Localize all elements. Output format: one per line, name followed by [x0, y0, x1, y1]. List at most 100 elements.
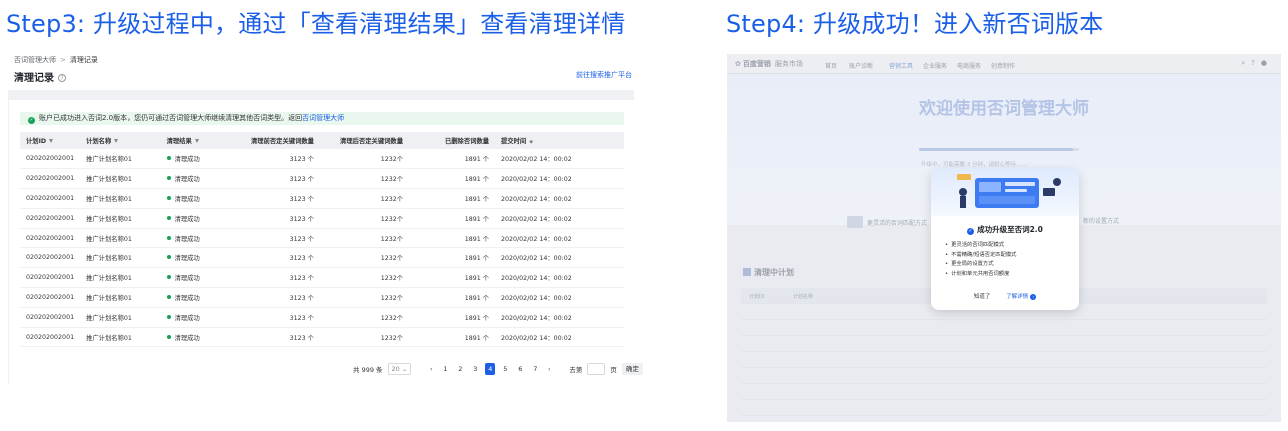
nav-ecommerce[interactable]: 电商服务: [957, 61, 981, 70]
col-plan-id: 计划ID: [749, 294, 765, 300]
upgrade-success-modal: ✓成功升级至否词2.0 更灵活的否词匹配模式 不需精确/短语否定匹配模式 更全局…: [931, 168, 1079, 310]
goto-confirm-button[interactable]: 确定: [621, 363, 643, 375]
step4-title: Step4: 升级成功！进入新否词版本: [726, 10, 1104, 38]
cell-clean-result: 清理成功: [160, 287, 231, 308]
col-plan-name: 计划名称: [793, 294, 814, 300]
cell-clean-result: 清理成功: [160, 188, 231, 209]
table-row: 020202002001 推广计划名称01 清理成功 3123 个 1232个 1891 …: [20, 149, 624, 170]
page-title-text: 清理记录: [14, 73, 54, 84]
breadcrumb: 否词管理大师 > 清理记录: [14, 55, 98, 65]
cell-after-count: 1232个: [319, 188, 410, 209]
list-item: 更全局的设置方式: [945, 259, 1016, 269]
cell-after-count: 1232个: [319, 228, 410, 249]
nav-icons: ⌕?●: [1241, 59, 1273, 68]
cell-submit-time: 2020/02/02 14：00:02: [495, 188, 624, 209]
page-5-button[interactable]: 5: [500, 363, 510, 375]
paw-logo-icon: ✿: [735, 60, 741, 68]
status-dot-icon: [166, 195, 171, 200]
cell-plan-name: 推广计划名称01: [80, 287, 161, 308]
cell-clean-result: 清理成功: [160, 208, 231, 229]
table-row: 020202002001 推广计划名称01 清理成功 3123 个 1232个 1891 …: [20, 287, 624, 308]
filter-icon[interactable]: [49, 139, 54, 143]
cell-plan-id: 020202002001: [20, 149, 81, 170]
nav-enterprise[interactable]: 企业服务: [923, 61, 947, 70]
next-page-icon[interactable]: ›: [545, 365, 553, 373]
table-row: [741, 368, 1267, 384]
cell-submit-time: 2020/02/02 14：00:02: [495, 208, 624, 229]
cell-deleted-count: 1891 个: [409, 149, 496, 170]
cell-submit-time: 2020/02/02 14：00:02: [495, 267, 624, 289]
table-row: [741, 336, 1267, 352]
page-2-button[interactable]: 2: [455, 363, 465, 375]
table-row: [741, 352, 1267, 368]
nav-creative[interactable]: 创意制作: [991, 61, 1015, 70]
table-header-row: 计划ID 计划名称 清理结果 清理前否定关键词数量 清理后否定关键词数量 已删除…: [20, 132, 624, 149]
feature-icon: [847, 216, 863, 228]
cell-after-count: 1232个: [319, 208, 410, 229]
baidu-logo[interactable]: ✿ 百度营销 服务市场: [735, 59, 803, 69]
cell-plan-id: 020202002001: [20, 307, 81, 328]
prev-page-icon[interactable]: ‹: [427, 365, 435, 373]
cell-before-count: 3123 个: [230, 208, 320, 229]
cell-clean-result: 清理成功: [160, 149, 231, 170]
modal-title: ✓ 成功升级至否词2.0: [967, 225, 1043, 235]
goto-label: 去第: [569, 366, 583, 374]
col-plan-id[interactable]: 计划ID: [20, 132, 81, 149]
status-dot-icon: [166, 215, 171, 220]
page-6-button[interactable]: 6: [515, 363, 525, 375]
page-title: 清理记录?: [14, 69, 66, 84]
got-it-button[interactable]: 知道了: [974, 294, 991, 300]
goto-page-input[interactable]: [587, 363, 606, 375]
cell-plan-id: 020202002001: [20, 168, 81, 190]
page-4-button[interactable]: 4: [485, 363, 496, 375]
page-7-button[interactable]: 7: [530, 363, 540, 375]
col-submit-time[interactable]: 提交时间 ◆: [495, 132, 624, 149]
cell-plan-name: 推广计划名称01: [80, 267, 161, 289]
welcome-title: 欢迎使用否词管理大师: [919, 99, 1089, 119]
table-row: 020202002001 推广计划名称01 清理成功 3123 个 1232个 1891 …: [20, 247, 624, 269]
back-to-master-link[interactable]: 否词管理大师: [302, 114, 344, 122]
table-row: 020202002001 推广计划名称01 清理成功 3123 个 1232个 1891 …: [20, 267, 624, 289]
breadcrumb-item-master[interactable]: 否词管理大师: [14, 56, 56, 64]
feature-right: 新的设置方式: [1083, 218, 1120, 225]
list-item: 不需精确/短语否定匹配模式: [945, 250, 1016, 260]
help-icon[interactable]: ?: [1251, 59, 1261, 67]
table-row: 020202002001 推广计划名称01 清理成功 3123 个 1232个 1891 …: [20, 208, 624, 229]
col-clean-result[interactable]: 清理结果: [160, 132, 231, 149]
cell-after-count: 1232个: [319, 267, 410, 289]
page-3-button[interactable]: 3: [470, 363, 480, 375]
modal-feature-list: 更灵活的否词匹配模式 不需精确/短语否定匹配模式 更全局的设置方式 计划和单元共…: [945, 240, 1016, 278]
nav-tools[interactable]: 营销工具: [889, 61, 913, 70]
cell-plan-id: 020202002001: [20, 327, 81, 348]
cell-clean-result: 清理成功: [160, 247, 231, 269]
page-1-button[interactable]: 1: [440, 363, 450, 375]
nav-home[interactable]: 首页: [825, 61, 837, 70]
user-icon[interactable]: ●: [1261, 59, 1273, 67]
go-search-platform-link[interactable]: 前往搜索推广平台: [576, 70, 632, 80]
filter-icon[interactable]: [194, 139, 199, 143]
cell-before-count: 3123 个: [230, 228, 320, 249]
learn-more-button[interactable]: 了解详情 ›: [1006, 294, 1037, 300]
cell-after-count: 1232个: [319, 327, 410, 348]
cell-clean-result: 清理成功: [160, 168, 231, 190]
cell-before-count: 3123 个: [230, 168, 320, 190]
cell-plan-id: 020202002001: [20, 247, 81, 269]
upgrade-success-screenshot: ✿ 百度营销 服务市场 首页 账户诊断 营销工具 企业服务 电商服务 创意制作 ⌕?…: [727, 54, 1281, 422]
cell-plan-name: 推广计划名称01: [80, 188, 161, 209]
nav-diagnosis[interactable]: 账户诊断: [849, 61, 873, 70]
check-circle-icon: ✓: [967, 228, 975, 235]
cell-after-count: 1232个: [319, 247, 410, 269]
col-plan-name[interactable]: 计划名称: [80, 132, 161, 149]
chevron-down-icon: ⌄: [401, 365, 408, 373]
table-row: 020202002001 推广计划名称01 清理成功 3123 个 1232个 1891 …: [20, 327, 624, 348]
cell-plan-id: 020202002001: [20, 228, 81, 249]
page-size-select[interactable]: 20 ⌄: [387, 363, 412, 375]
cell-plan-name: 推广计划名称01: [80, 228, 161, 249]
cell-before-count: 3123 个: [230, 327, 320, 348]
modal-actions: 知道了 了解详情 ›: [931, 292, 1079, 300]
cell-plan-name: 推广计划名称01: [80, 208, 161, 229]
sort-icon[interactable]: ◆: [529, 139, 533, 145]
search-icon[interactable]: ⌕: [1241, 59, 1251, 67]
help-icon[interactable]: ?: [58, 74, 66, 82]
filter-icon[interactable]: [114, 139, 119, 143]
